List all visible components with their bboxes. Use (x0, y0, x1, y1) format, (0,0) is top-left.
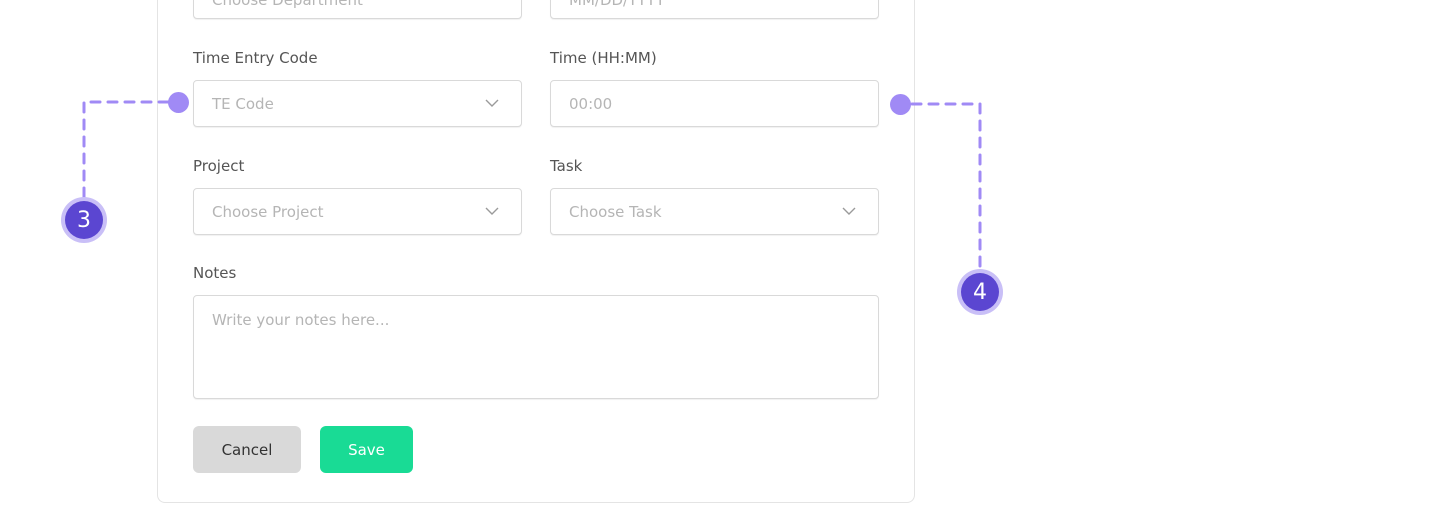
time-input[interactable]: 00:00 (550, 80, 879, 127)
annotation-4-connector (910, 102, 982, 274)
time-entry-code-placeholder: TE Code (212, 94, 274, 113)
save-button[interactable]: Save (320, 426, 413, 473)
notes-textarea[interactable]: Write your notes here... (193, 295, 879, 399)
task-placeholder: Choose Task (569, 202, 662, 221)
task-select[interactable]: Choose Task (550, 188, 879, 235)
annotation-3-badge: 3 (65, 201, 103, 239)
annotation-4-badge: 4 (961, 273, 999, 311)
notes-placeholder: Write your notes here... (212, 311, 390, 329)
annotation-3-anchor-dot (168, 92, 189, 113)
cancel-button[interactable]: Cancel (193, 426, 301, 473)
project-label: Project (193, 157, 245, 175)
annotation-4-anchor-dot (890, 94, 911, 115)
time-entry-code-label: Time Entry Code (193, 49, 318, 67)
chevron-down-icon (485, 99, 499, 107)
time-label: Time (HH:MM) (550, 49, 657, 67)
department-placeholder: Choose Department (212, 0, 363, 9)
chevron-down-icon (485, 207, 499, 215)
notes-label: Notes (193, 264, 237, 282)
date-input[interactable]: MM/DD/YYYY (550, 0, 879, 19)
time-entry-code-select[interactable]: TE Code (193, 80, 522, 127)
chevron-down-icon (842, 207, 856, 215)
project-select[interactable]: Choose Project (193, 188, 522, 235)
department-select[interactable]: Choose Department (193, 0, 522, 19)
task-label: Task (550, 157, 583, 175)
time-placeholder: 00:00 (569, 94, 613, 113)
annotation-3-connector (82, 100, 170, 202)
stage: Choose Department MM/DD/YYYY Time Entry … (0, 0, 1438, 505)
date-placeholder: MM/DD/YYYY (569, 0, 665, 9)
project-placeholder: Choose Project (212, 202, 324, 221)
